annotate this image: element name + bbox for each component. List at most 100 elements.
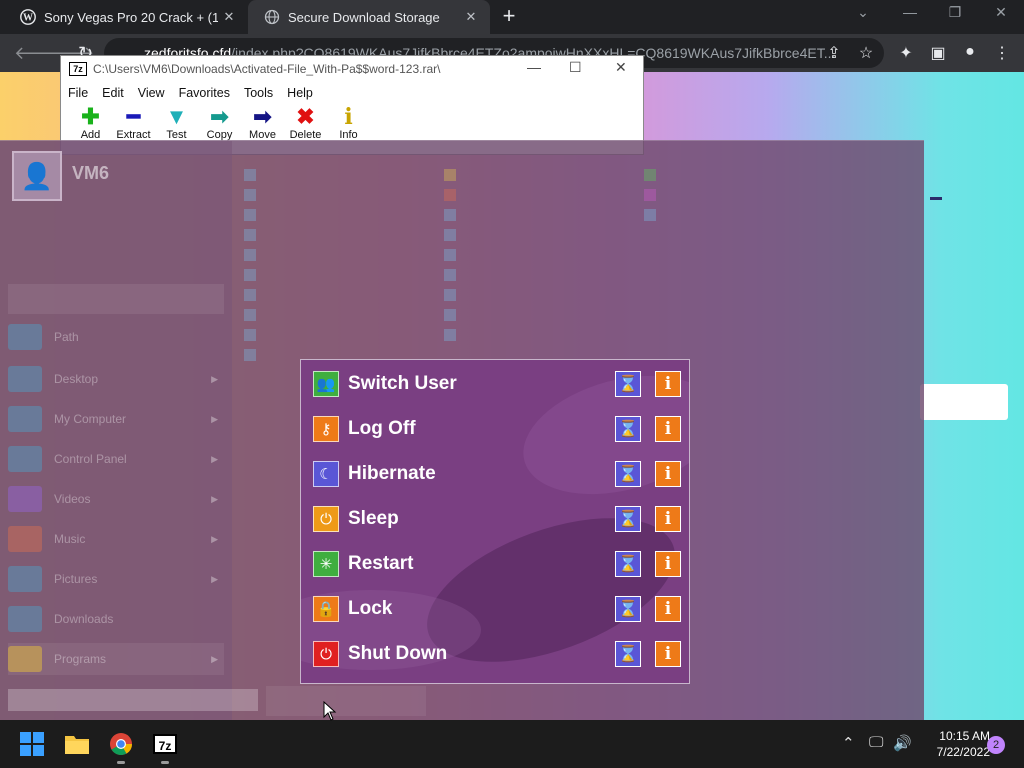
info-icon[interactable]: i	[655, 371, 681, 397]
menu-help[interactable]: Help	[287, 86, 313, 100]
program-item[interactable]	[444, 205, 624, 225]
test-button[interactable]: ▼ Test	[155, 105, 198, 142]
info-icon[interactable]: i	[655, 551, 681, 577]
program-item[interactable]	[244, 225, 424, 245]
info-icon[interactable]: i	[655, 506, 681, 532]
close-icon[interactable]: ✕	[218, 9, 240, 25]
start-item-path[interactable]: Path	[8, 321, 224, 353]
menu-favorites[interactable]: Favorites	[179, 86, 230, 100]
program-item[interactable]	[244, 205, 424, 225]
action-log-off[interactable]: ⚷ Log Off ⌛ i	[313, 415, 681, 443]
chrome-taskbar-button[interactable]	[105, 728, 137, 764]
program-item[interactable]	[444, 285, 624, 305]
start-search-input[interactable]	[8, 689, 258, 711]
copy-button[interactable]: ➡ Copy	[198, 105, 241, 142]
action-shut-down[interactable]: ⏻ Shut Down ⌛ i	[313, 640, 681, 668]
close-icon[interactable]: ✕	[460, 9, 482, 25]
info-icon[interactable]: i	[655, 641, 681, 667]
start-item-label: Pictures	[54, 572, 98, 586]
program-item[interactable]	[644, 205, 824, 225]
start-item-control-panel[interactable]: Control Panel ▶	[8, 443, 224, 475]
tab-secure-download[interactable]: Secure Download Storage ✕	[248, 0, 490, 34]
chevron-up-icon[interactable]: ⌃	[842, 734, 855, 752]
program-item[interactable]	[444, 165, 624, 185]
action-switch-user[interactable]: 👥 Switch User ⌛ i	[313, 370, 681, 398]
hourglass-icon[interactable]: ⌛	[615, 371, 641, 397]
action-sleep[interactable]: ⏻ Sleep ⌛ i	[313, 505, 681, 533]
info-icon[interactable]: i	[655, 461, 681, 487]
start-item-music[interactable]: Music ▶	[8, 523, 224, 555]
tab-sony-vegas[interactable]: W Sony Vegas Pro 20 Crack + (100% ✕	[4, 0, 248, 34]
program-item[interactable]	[244, 325, 424, 345]
side-panel-icon[interactable]: ▣	[928, 43, 948, 63]
hourglass-icon[interactable]: ⌛	[615, 506, 641, 532]
extract-button[interactable]: ━ Extract	[112, 105, 155, 142]
start-item-computer[interactable]: My Computer ▶	[8, 403, 224, 435]
delete-button[interactable]: ✖ Delete	[284, 105, 327, 142]
file-explorer-taskbar-button[interactable]	[61, 728, 93, 760]
hourglass-icon[interactable]: ⌛	[615, 596, 641, 622]
7zip-taskbar-button[interactable]: 7z	[149, 728, 181, 764]
bookmark-star-icon[interactable]: ☆	[856, 43, 876, 63]
program-item[interactable]	[644, 165, 824, 185]
volume-icon[interactable]: 🔊	[893, 734, 912, 752]
new-tab-button[interactable]: +	[498, 5, 520, 27]
program-item[interactable]	[644, 185, 824, 205]
action-hibernate[interactable]: ☾ Hibernate ⌛ i	[313, 460, 681, 488]
move-button[interactable]: ➡ Move	[241, 105, 284, 142]
hourglass-icon[interactable]: ⌛	[615, 461, 641, 487]
program-item[interactable]	[244, 285, 424, 305]
program-item[interactable]	[444, 265, 624, 285]
extensions-icon[interactable]: ✦	[896, 43, 916, 63]
action-lock[interactable]: 🔒 Lock ⌛ i	[313, 595, 681, 623]
key-icon: ⚷	[313, 416, 339, 442]
user-avatar-icon[interactable]: 👤	[12, 151, 62, 201]
hourglass-icon[interactable]: ⌛	[615, 416, 641, 442]
info-icon[interactable]: i	[655, 596, 681, 622]
start-bottom-bar[interactable]	[266, 686, 426, 716]
page-input-box[interactable]	[920, 384, 1008, 420]
start-item-downloads[interactable]: Downloads	[8, 603, 224, 635]
minimize-button[interactable]: —	[890, 4, 930, 20]
program-item[interactable]	[444, 225, 624, 245]
info-icon[interactable]: i	[655, 416, 681, 442]
network-icon[interactable]: 🖵	[869, 734, 883, 751]
hourglass-icon[interactable]: ⌛	[615, 641, 641, 667]
windows-start-button[interactable]	[16, 728, 48, 760]
favorites-row[interactable]	[8, 284, 224, 314]
menu-file[interactable]: File	[68, 86, 88, 100]
program-item[interactable]	[244, 305, 424, 325]
start-item-desktop[interactable]: Desktop ▶	[8, 363, 224, 395]
program-item[interactable]	[244, 265, 424, 285]
start-item-programs[interactable]: Programs ▶	[8, 643, 224, 675]
start-item-videos[interactable]: Videos ▶	[8, 483, 224, 515]
pictures-icon	[8, 566, 42, 592]
hourglass-icon[interactable]: ⌛	[615, 551, 641, 577]
restore-button[interactable]: ❐	[935, 4, 975, 21]
add-button[interactable]: ✚ Add	[69, 105, 112, 142]
program-item[interactable]	[244, 185, 424, 205]
program-item[interactable]	[444, 185, 624, 205]
program-item[interactable]	[244, 165, 424, 185]
taskbar-clock[interactable]: 10:15 AM 7/22/2022	[918, 728, 990, 760]
menu-view[interactable]: View	[138, 86, 165, 100]
7zip-titlebar[interactable]: 7z C:\Users\VM6\Downloads\Activated-File…	[61, 56, 643, 81]
program-item[interactable]	[444, 245, 624, 265]
menu-tools[interactable]: Tools	[244, 86, 273, 100]
notification-badge[interactable]: 2	[987, 736, 1005, 754]
7zip-maximize-button[interactable]: ☐	[569, 59, 582, 76]
profile-avatar-icon[interactable]: ●	[960, 43, 980, 63]
tab-search-icon[interactable]: ⌄	[843, 4, 883, 21]
program-item[interactable]	[444, 325, 624, 345]
action-restart[interactable]: ✳ Restart ⌛ i	[313, 550, 681, 578]
info-button[interactable]: i Info	[327, 105, 370, 141]
close-window-button[interactable]: ✕	[981, 4, 1021, 21]
browser-menu-icon[interactable]: ⋮	[992, 43, 1012, 63]
program-item[interactable]	[244, 245, 424, 265]
program-item[interactable]	[444, 305, 624, 325]
menu-edit[interactable]: Edit	[102, 86, 124, 100]
7zip-close-button[interactable]: ✕	[615, 59, 627, 76]
share-icon[interactable]: ⇪	[824, 43, 844, 63]
start-item-pictures[interactable]: Pictures ▶	[8, 563, 224, 595]
7zip-minimize-button[interactable]: —	[527, 59, 541, 75]
